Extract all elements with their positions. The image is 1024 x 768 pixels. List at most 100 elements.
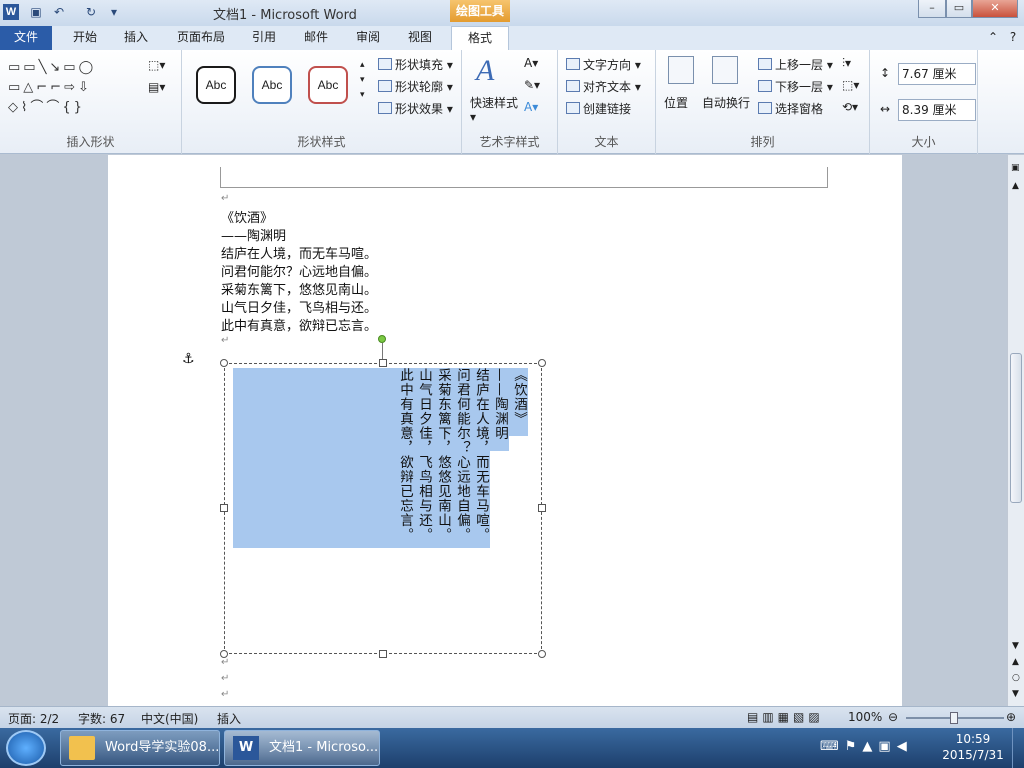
edit-shape-icon[interactable]: ⬚▾ <box>148 58 165 72</box>
show-desktop-button[interactable] <box>1012 728 1024 768</box>
undo-icon[interactable]: ↶ <box>50 3 68 21</box>
resize-handle[interactable] <box>220 504 228 512</box>
zoom-level[interactable]: 100% <box>848 710 882 724</box>
start-button[interactable] <box>6 730 46 766</box>
save-icon[interactable]: ▣ <box>27 3 45 21</box>
taskbar-item-label: Word导学实验08... <box>105 740 220 755</box>
quick-styles-button[interactable]: 快速样式 <box>470 94 518 111</box>
vertical-text-box[interactable]: 《饮酒》 ——陶渊明 结庐在人境，而无车马喧。 问君何能尔？心远地自偏。 采菊东… <box>220 359 546 658</box>
wrap-text-button[interactable]: 自动换行 <box>702 94 750 111</box>
tab-mailings[interactable]: 邮件 <box>294 26 338 50</box>
bring-forward-button[interactable]: 上移一层 ▾ <box>758 56 833 73</box>
text-effects-icon[interactable]: A▾ <box>524 100 538 114</box>
ribbon-tabs: 文件 开始 插入 页面布局 引用 邮件 审阅 视图 格式 ⌃ ? <box>0 26 1024 51</box>
minimize-icon[interactable]: – <box>918 0 946 18</box>
tray-icons[interactable]: ⌨⚑▲▣◀ <box>820 739 913 754</box>
browse-object-icon[interactable]: ○ <box>1012 673 1020 683</box>
shape-outline-button[interactable]: 形状轮廓 ▾ <box>378 78 453 95</box>
page-indicator[interactable]: 页面: 2/2 <box>8 710 59 727</box>
view-buttons-icon[interactable]: ▤▥▦▧▨ <box>747 710 824 724</box>
create-link-button[interactable]: 创建链接 <box>566 100 631 117</box>
tab-review[interactable]: 审阅 <box>346 26 390 50</box>
tab-page-layout[interactable]: 页面布局 <box>166 26 236 50</box>
vertical-text-title: 《饮酒》 <box>509 368 528 436</box>
rotate-icon[interactable]: ⟲▾ <box>842 100 858 114</box>
group-icon[interactable]: ⬚▾ <box>842 78 859 92</box>
shape-effects-button[interactable]: 形状效果 ▾ <box>378 100 453 117</box>
maximize-icon[interactable]: ▭ <box>946 0 972 18</box>
tab-format[interactable]: 格式 <box>451 26 509 51</box>
wrap-text-icon[interactable] <box>712 56 738 84</box>
selection-pane-button[interactable]: 选择窗格 <box>758 100 823 117</box>
previous-page-icon[interactable]: ▲ <box>1012 657 1019 667</box>
taskbar-item-word[interactable]: W 文档1 - Microso... <box>224 730 380 766</box>
text-direction-label: 文字方向 <box>583 58 632 72</box>
word-count[interactable]: 字数: 67 <box>78 710 125 727</box>
next-page-icon[interactable]: ▼ <box>1012 689 1019 699</box>
resize-handle[interactable] <box>220 359 228 367</box>
height-field[interactable]: 7.67 厘米 <box>898 63 976 85</box>
tab-insert[interactable]: 插入 <box>112 26 160 50</box>
vertical-scrollbar[interactable]: ▣ ▲ ▼ ▲ ○ ▼ <box>1007 155 1024 706</box>
ruler-toggle-icon[interactable]: ▣ <box>1011 163 1020 173</box>
language-indicator[interactable]: 中文(中国) <box>141 710 198 727</box>
send-backward-button[interactable]: 下移一层 ▾ <box>758 78 833 95</box>
text-outline-icon[interactable]: ✎▾ <box>524 78 540 92</box>
collapse-ribbon-icon[interactable]: ⌃ <box>985 26 1001 50</box>
align-text-icon <box>566 80 580 92</box>
style-gallery-more-icon[interactable]: ▴ ▾ ▾ <box>360 58 365 103</box>
shape-gallery[interactable]: ▭▭╲↘▭◯ ▭△⌐⌐⇨⇩ ◇⌇⌒⌒{} <box>8 58 133 116</box>
align-icon[interactable]: ⫶▾ <box>842 56 851 71</box>
rotate-handle[interactable] <box>378 335 386 343</box>
document-page[interactable]: ↵ 《饮酒》 ——陶渊明 结庐在人境，而无车马喧。 问君何能尔？心远地自偏。 采… <box>108 155 902 706</box>
quick-styles-arrow-icon[interactable]: ▾ <box>470 110 476 124</box>
tab-home[interactable]: 开始 <box>60 26 110 50</box>
text-box-icon[interactable]: ▤▾ <box>148 80 165 94</box>
style-preset-red[interactable]: Abc <box>308 66 348 104</box>
scroll-down-icon[interactable]: ▼ <box>1012 641 1019 651</box>
redo-icon[interactable]: ↻ <box>82 3 100 21</box>
scroll-thumb[interactable] <box>1010 353 1022 503</box>
drawing-tools-label: 绘图工具 <box>450 0 510 22</box>
anchor-icon: ⚓ <box>182 351 195 367</box>
resize-handle[interactable] <box>379 650 387 658</box>
position-icon[interactable] <box>668 56 694 84</box>
rotate-handle-line <box>382 343 383 360</box>
zoom-in-icon[interactable]: ⊕ <box>1006 710 1016 724</box>
resize-handle[interactable] <box>538 650 546 658</box>
size-group: ↕ 7.67 厘米 ↔ 8.39 厘米 大小 <box>870 50 978 154</box>
vertical-text-author: ——陶渊明 <box>490 368 509 451</box>
help-icon[interactable]: ? <box>1005 26 1021 50</box>
align-text-button[interactable]: 对齐文本 ▾ <box>566 78 641 95</box>
resize-handle[interactable] <box>379 359 387 367</box>
width-field[interactable]: 8.39 厘米 <box>898 99 976 121</box>
resize-handle[interactable] <box>538 504 546 512</box>
zoom-out-icon[interactable]: ⊖ <box>888 710 898 724</box>
window-title: 文档1 - Microsoft Word <box>213 8 357 23</box>
style-preset-black[interactable]: Abc <box>196 66 236 104</box>
tab-references[interactable]: 引用 <box>242 26 286 50</box>
position-button[interactable]: 位置 <box>664 94 688 111</box>
vertical-text-line: 问君何能尔？心远地自偏。 <box>452 368 471 548</box>
tab-file[interactable]: 文件 <box>0 26 52 50</box>
shape-fill-button[interactable]: 形状填充 ▾ <box>378 56 453 73</box>
system-clock[interactable]: 10:59 2015/7/31 <box>938 731 1008 763</box>
quick-styles-icon[interactable]: A <box>476 54 494 88</box>
paragraph-mark: ↵ <box>221 193 230 204</box>
zoom-slider-thumb[interactable] <box>950 712 958 724</box>
paragraph-mark: ↵ <box>221 673 230 684</box>
tab-view[interactable]: 视图 <box>398 26 442 50</box>
arrange-group: 位置 自动换行 上移一层 ▾ 下移一层 ▾ 选择窗格 ⫶▾ ⬚▾ ⟲▾ 排列 <box>656 50 870 154</box>
resize-handle[interactable] <box>538 359 546 367</box>
text-direction-button[interactable]: 文字方向 ▾ <box>566 56 641 73</box>
bring-forward-label: 上移一层 <box>775 58 824 72</box>
customize-icon[interactable]: ▾ <box>105 3 123 21</box>
style-preset-blue[interactable]: Abc <box>252 66 292 104</box>
scroll-up-icon[interactable]: ▲ <box>1012 181 1019 191</box>
insert-mode[interactable]: 插入 <box>217 710 241 727</box>
text-fill-icon[interactable]: A▾ <box>524 56 538 70</box>
close-icon[interactable]: ✕ <box>972 0 1018 18</box>
word-app-icon[interactable]: W <box>3 4 19 20</box>
vertical-text[interactable]: 《饮酒》 ——陶渊明 结庐在人境，而无车马喧。 问君何能尔？心远地自偏。 采菊东… <box>233 368 533 548</box>
taskbar-item-folder[interactable]: Word导学实验08... <box>60 730 220 766</box>
